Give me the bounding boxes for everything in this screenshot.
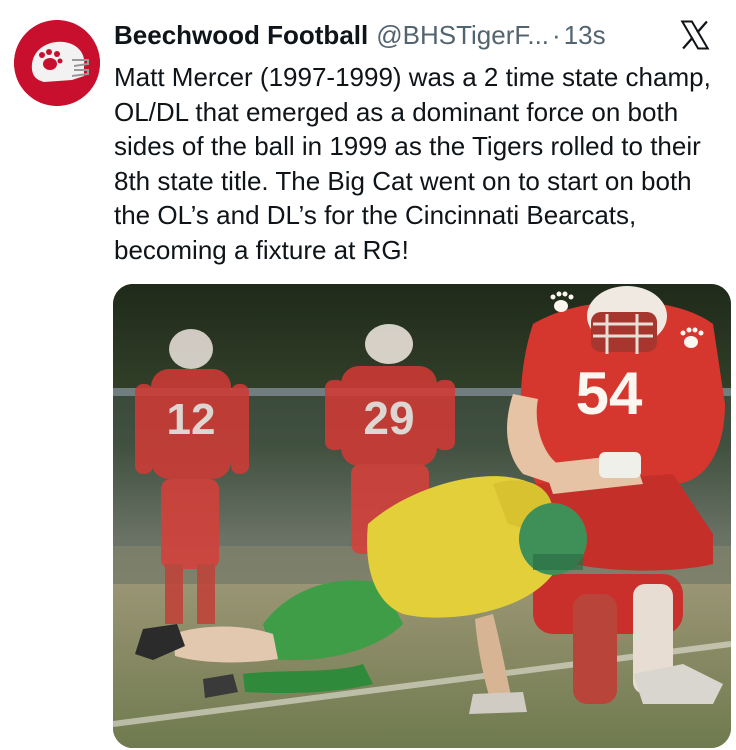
post-timestamp[interactable]: 13s xyxy=(564,20,606,51)
x-logo-icon[interactable] xyxy=(678,18,712,52)
tweet-card[interactable]: Beechwood Football @BHSTigerF... · 13s M… xyxy=(0,0,736,750)
profile-avatar[interactable] xyxy=(14,20,100,106)
tweet-body-text: Matt Mercer (1997-1999) was a 2 time sta… xyxy=(114,62,711,265)
tweet-header: Beechwood Football @BHSTigerF... · 13s xyxy=(114,16,716,54)
tiger-paw-helmet-icon xyxy=(14,20,100,106)
author-handle[interactable]: @BHSTigerF... xyxy=(376,20,549,51)
jersey-number-12: 12 xyxy=(167,395,216,444)
tweet-media-photo[interactable]: 12 29 54 xyxy=(113,284,731,748)
separator-dot: · xyxy=(552,19,561,50)
author-display-name[interactable]: Beechwood Football xyxy=(114,20,368,51)
jersey-number-54: 54 xyxy=(576,360,643,427)
jersey-number-29: 29 xyxy=(363,392,414,444)
